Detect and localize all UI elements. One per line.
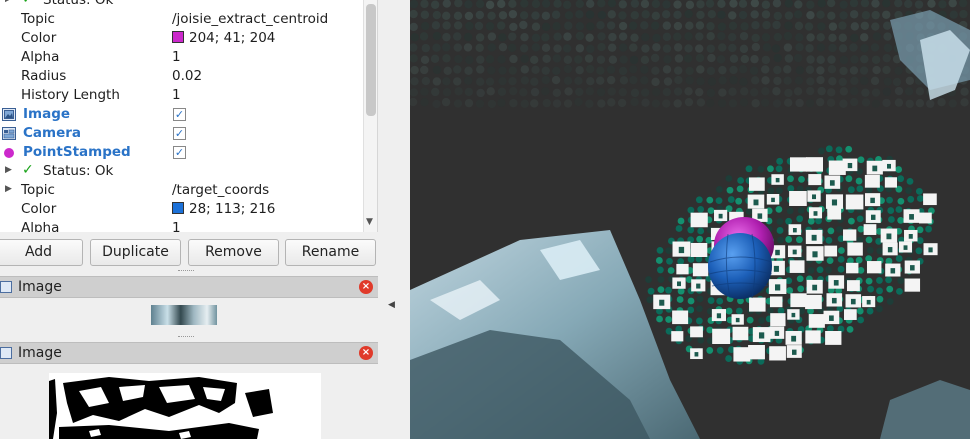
property-value[interactable]: 0.02 [172,68,202,84]
ok-check-icon: ✓ [22,0,34,7]
ok-check-icon: ✓ [22,162,34,178]
property-key: Color [21,201,57,217]
mask-image [49,373,321,439]
image-icon [0,281,12,293]
image-icon [2,108,16,121]
image-panel-title-bar[interactable]: Image × [0,276,378,298]
status-row[interactable]: ▶ ✓ Status: Ok [0,162,362,181]
property-row-alpha[interactable]: Alpha 1 [0,48,362,67]
enable-checkbox[interactable]: ✓ [173,146,186,159]
property-row-topic[interactable]: ▶ Topic /target_coords [0,181,362,200]
display-tree[interactable]: ▶ ✓ Status: Ok Topic /joisie_extract_cen… [0,0,378,232]
expand-arrow-icon[interactable]: ▶ [5,184,12,194]
image-panel-title-bar[interactable]: Image × [0,342,378,364]
add-button[interactable]: Add [0,239,83,266]
panel-title: Image [18,279,62,295]
property-value[interactable]: /target_coords [172,182,269,198]
camera-image-thumbnail [151,305,217,325]
status-row[interactable]: ▶ ✓ Status: Ok [0,0,362,10]
property-row-radius[interactable]: Radius 0.02 [0,67,362,86]
color-value: 28; 113; 216 [189,201,276,217]
display-name: Camera [23,125,82,141]
enable-checkbox[interactable]: ✓ [173,127,186,140]
property-value[interactable]: 204; 41; 204 [172,30,275,46]
point-icon [4,148,14,158]
display-name: Image [23,106,71,122]
rename-button[interactable]: Rename [285,239,376,266]
property-key: Radius [21,68,67,84]
camera-icon [2,127,16,140]
property-value[interactable]: 1 [172,220,181,232]
property-value[interactable]: 1 [172,49,181,65]
property-key: Alpha [21,49,60,65]
property-row-history-length[interactable]: History Length 1 [0,86,362,105]
display-name: PointStamped [23,144,131,160]
displays-panel: ▶ ✓ Status: Ok Topic /joisie_extract_cen… [0,0,380,439]
color-swatch[interactable] [172,31,184,43]
resize-handle[interactable] [178,336,194,339]
3d-render-view[interactable] [410,0,970,439]
close-icon[interactable]: × [359,280,373,294]
duplicate-button[interactable]: Duplicate [90,239,181,266]
display-item-image[interactable]: Image ✓ [0,105,362,124]
collapse-arrow-icon[interactable]: ◀ [388,300,395,310]
property-key: Topic [21,182,55,198]
color-value: 204; 41; 204 [189,30,276,46]
expand-arrow-icon[interactable]: ▶ [5,165,12,175]
property-value[interactable]: 28; 113; 216 [172,201,275,217]
close-icon[interactable]: × [359,346,373,360]
property-value[interactable]: 1 [172,87,181,103]
property-key: Topic [21,11,55,27]
display-item-pointstamped[interactable]: PointStamped ✓ [0,143,362,162]
tree-scrollbar[interactable]: ▼ [363,0,377,232]
display-item-camera[interactable]: Camera ✓ [0,124,362,143]
scroll-down-arrow-icon[interactable]: ▼ [366,217,373,227]
property-row-color[interactable]: Color 204; 41; 204 [0,29,362,48]
property-key: History Length [21,87,120,103]
target-marker-blue [708,233,772,299]
status-text: Status: Ok [43,0,114,8]
panel-splitter[interactable]: ◀ [380,0,410,439]
property-row-topic[interactable]: Topic /joisie_extract_centroid [0,10,362,29]
property-value[interactable]: /joisie_extract_centroid [172,11,328,27]
status-text: Status: Ok [43,163,114,179]
resize-handle[interactable] [178,270,194,273]
property-key: Color [21,30,57,46]
enable-checkbox[interactable]: ✓ [173,108,186,121]
remove-button[interactable]: Remove [188,239,279,266]
property-key: Alpha [21,220,60,232]
point-cloud-render [410,0,970,439]
expand-arrow-icon[interactable]: ▶ [5,0,12,4]
image-icon [0,347,12,359]
panel-title: Image [18,345,62,361]
property-row-alpha[interactable]: Alpha 1 [0,219,362,232]
color-swatch[interactable] [172,202,184,214]
scrollbar-thumb[interactable] [366,4,376,116]
property-row-color[interactable]: Color 28; 113; 216 [0,200,362,219]
